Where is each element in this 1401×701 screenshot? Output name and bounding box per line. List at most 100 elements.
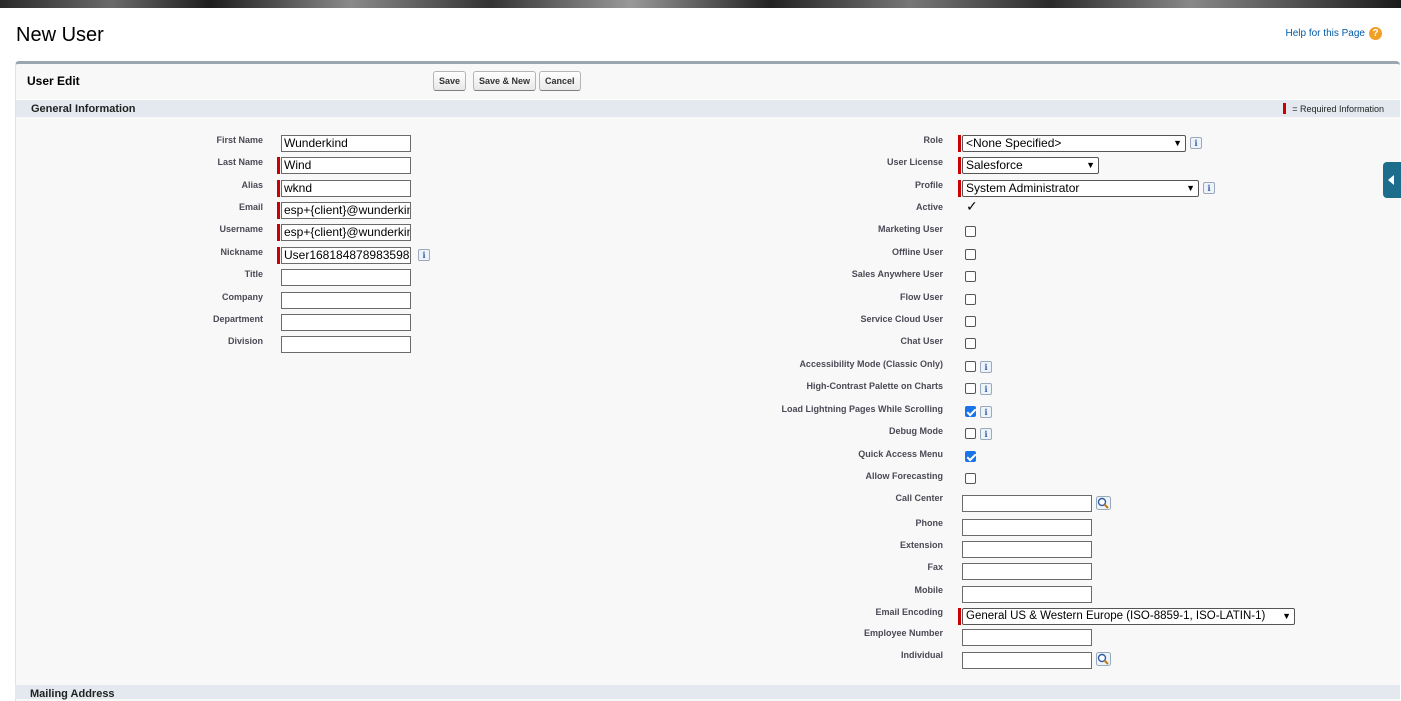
user-license-select-value: Salesforce: [966, 158, 1023, 172]
required-indicator: [277, 157, 280, 174]
info-icon[interactable]: i: [980, 361, 992, 373]
chevron-left-icon[interactable]: [1383, 162, 1401, 198]
required-indicator: [277, 202, 280, 219]
info-icon[interactable]: i: [980, 428, 992, 440]
extension-label: Extension: [899, 540, 943, 550]
chat-user-checkbox[interactable]: [965, 338, 976, 349]
active-label: Active: [915, 202, 943, 212]
sales-anywhere-user-label: Sales Anywhere User: [851, 269, 943, 279]
info-icon[interactable]: i: [1190, 137, 1202, 149]
allow-forecasting-label: Allow Forecasting: [865, 471, 943, 481]
page: New User Help for this Page ? User Edit …: [0, 8, 1401, 701]
required-indicator: [277, 224, 280, 241]
profile-select[interactable]: System Administrator ▼: [962, 180, 1199, 197]
employee-number-input[interactable]: [962, 629, 1092, 646]
debug-mode-checkbox[interactable]: [965, 428, 976, 439]
email-label: Email: [238, 202, 263, 212]
username-input[interactable]: esp+{client}@wunderkin: [281, 224, 411, 241]
call-center-input[interactable]: [962, 495, 1092, 512]
save-button[interactable]: Save: [433, 71, 467, 91]
cancel-button[interactable]: Cancel: [539, 71, 581, 91]
allow-forecasting-checkbox[interactable]: [965, 473, 976, 484]
phone-label: Phone: [915, 518, 943, 528]
alias-label: Alias: [241, 180, 263, 190]
call-center-label: Call Center: [895, 493, 943, 503]
accessibility-mode-label: Accessibility Mode (Classic Only): [799, 359, 943, 369]
help-link[interactable]: Help for this Page ?: [1286, 27, 1382, 40]
title-label: Title: [244, 269, 263, 279]
nickname-label: Nickname: [220, 247, 263, 257]
quick-access-menu-label: Quick Access Menu: [858, 449, 943, 459]
individual-label: Individual: [900, 650, 943, 660]
department-input[interactable]: [281, 314, 411, 331]
extension-input[interactable]: [962, 541, 1092, 558]
active-checkmark: ✓: [966, 198, 978, 214]
first-name-input[interactable]: Wunderkind: [281, 135, 411, 152]
required-indicator: [277, 180, 280, 197]
required-indicator: [958, 180, 961, 197]
email-encoding-label: Email Encoding: [875, 607, 943, 617]
magnifier-lookup-icon[interactable]: [1096, 496, 1111, 510]
department-label: Department: [212, 314, 263, 324]
individual-input[interactable]: [962, 652, 1092, 669]
role-select[interactable]: <None Specified> ▼: [962, 135, 1186, 152]
page-title: New User: [16, 24, 104, 46]
info-icon[interactable]: i: [980, 406, 992, 418]
email-encoding-select[interactable]: General US & Western Europe (ISO-8859-1,…: [962, 608, 1295, 625]
division-input[interactable]: [281, 336, 411, 353]
background-image-strip: [0, 0, 1401, 8]
marketing-user-checkbox[interactable]: [965, 226, 976, 237]
chevron-down-icon: ▼: [1282, 611, 1291, 621]
fax-input[interactable]: [962, 563, 1092, 580]
required-indicator: [958, 157, 961, 174]
flow-user-checkbox[interactable]: [965, 294, 976, 305]
info-icon[interactable]: i: [418, 249, 430, 261]
help-link-label[interactable]: Help for this Page: [1286, 28, 1366, 39]
company-label: Company: [221, 292, 263, 302]
debug-mode-label: Debug Mode: [889, 426, 943, 436]
high-contrast-checkbox[interactable]: [965, 383, 976, 394]
company-input[interactable]: [281, 292, 411, 309]
required-indicator: [277, 247, 280, 264]
username-label: Username: [219, 224, 263, 234]
offline-user-checkbox[interactable]: [965, 249, 976, 260]
fax-label: Fax: [927, 562, 943, 572]
chevron-down-icon: ▼: [1173, 138, 1182, 148]
last-name-input[interactable]: Wind: [281, 157, 411, 174]
user-license-select[interactable]: Salesforce ▼: [962, 157, 1099, 174]
flow-user-label: Flow User: [899, 292, 943, 302]
profile-select-value: System Administrator: [966, 181, 1080, 195]
mobile-input[interactable]: [962, 586, 1092, 603]
required-indicator: [958, 608, 961, 625]
high-contrast-label: High-Contrast Palette on Charts: [806, 381, 943, 391]
title-input[interactable]: [281, 269, 411, 286]
magnifier-lookup-icon[interactable]: [1096, 652, 1111, 666]
question-circle-icon[interactable]: ?: [1369, 27, 1382, 40]
section-title: General Information: [31, 103, 136, 115]
load-lightning-checkbox[interactable]: [965, 406, 976, 417]
phone-input[interactable]: [962, 519, 1092, 536]
info-icon[interactable]: i: [1203, 182, 1215, 194]
first-name-label: First Name: [216, 135, 263, 145]
load-lightning-label: Load Lightning Pages While Scrolling: [781, 404, 943, 414]
email-input[interactable]: esp+{client}@wunderkin: [281, 202, 411, 219]
accessibility-mode-checkbox[interactable]: [965, 361, 976, 372]
mailing-address-section-header: Mailing Address: [15, 685, 1400, 700]
general-information-section-header: General Information = Required Informati…: [16, 99, 1400, 117]
division-label: Division: [227, 336, 263, 346]
last-name-label: Last Name: [217, 157, 263, 167]
service-cloud-user-label: Service Cloud User: [860, 314, 943, 324]
chevron-down-icon: ▼: [1186, 183, 1195, 193]
panel-title: User Edit: [27, 74, 80, 88]
sales-anywhere-user-checkbox[interactable]: [965, 271, 976, 282]
alias-input[interactable]: wknd: [281, 180, 411, 197]
required-indicator: [958, 135, 961, 152]
quick-access-menu-checkbox[interactable]: [965, 451, 976, 462]
save-and-new-button[interactable]: Save & New: [473, 71, 537, 91]
chat-user-label: Chat User: [900, 336, 943, 346]
nickname-input[interactable]: User168184878983598: [281, 247, 411, 264]
panel-header: User Edit Save Save & New Cancel: [16, 64, 1400, 98]
service-cloud-user-checkbox[interactable]: [965, 316, 976, 327]
employee-number-label: Employee Number: [863, 628, 943, 638]
info-icon[interactable]: i: [980, 383, 992, 395]
